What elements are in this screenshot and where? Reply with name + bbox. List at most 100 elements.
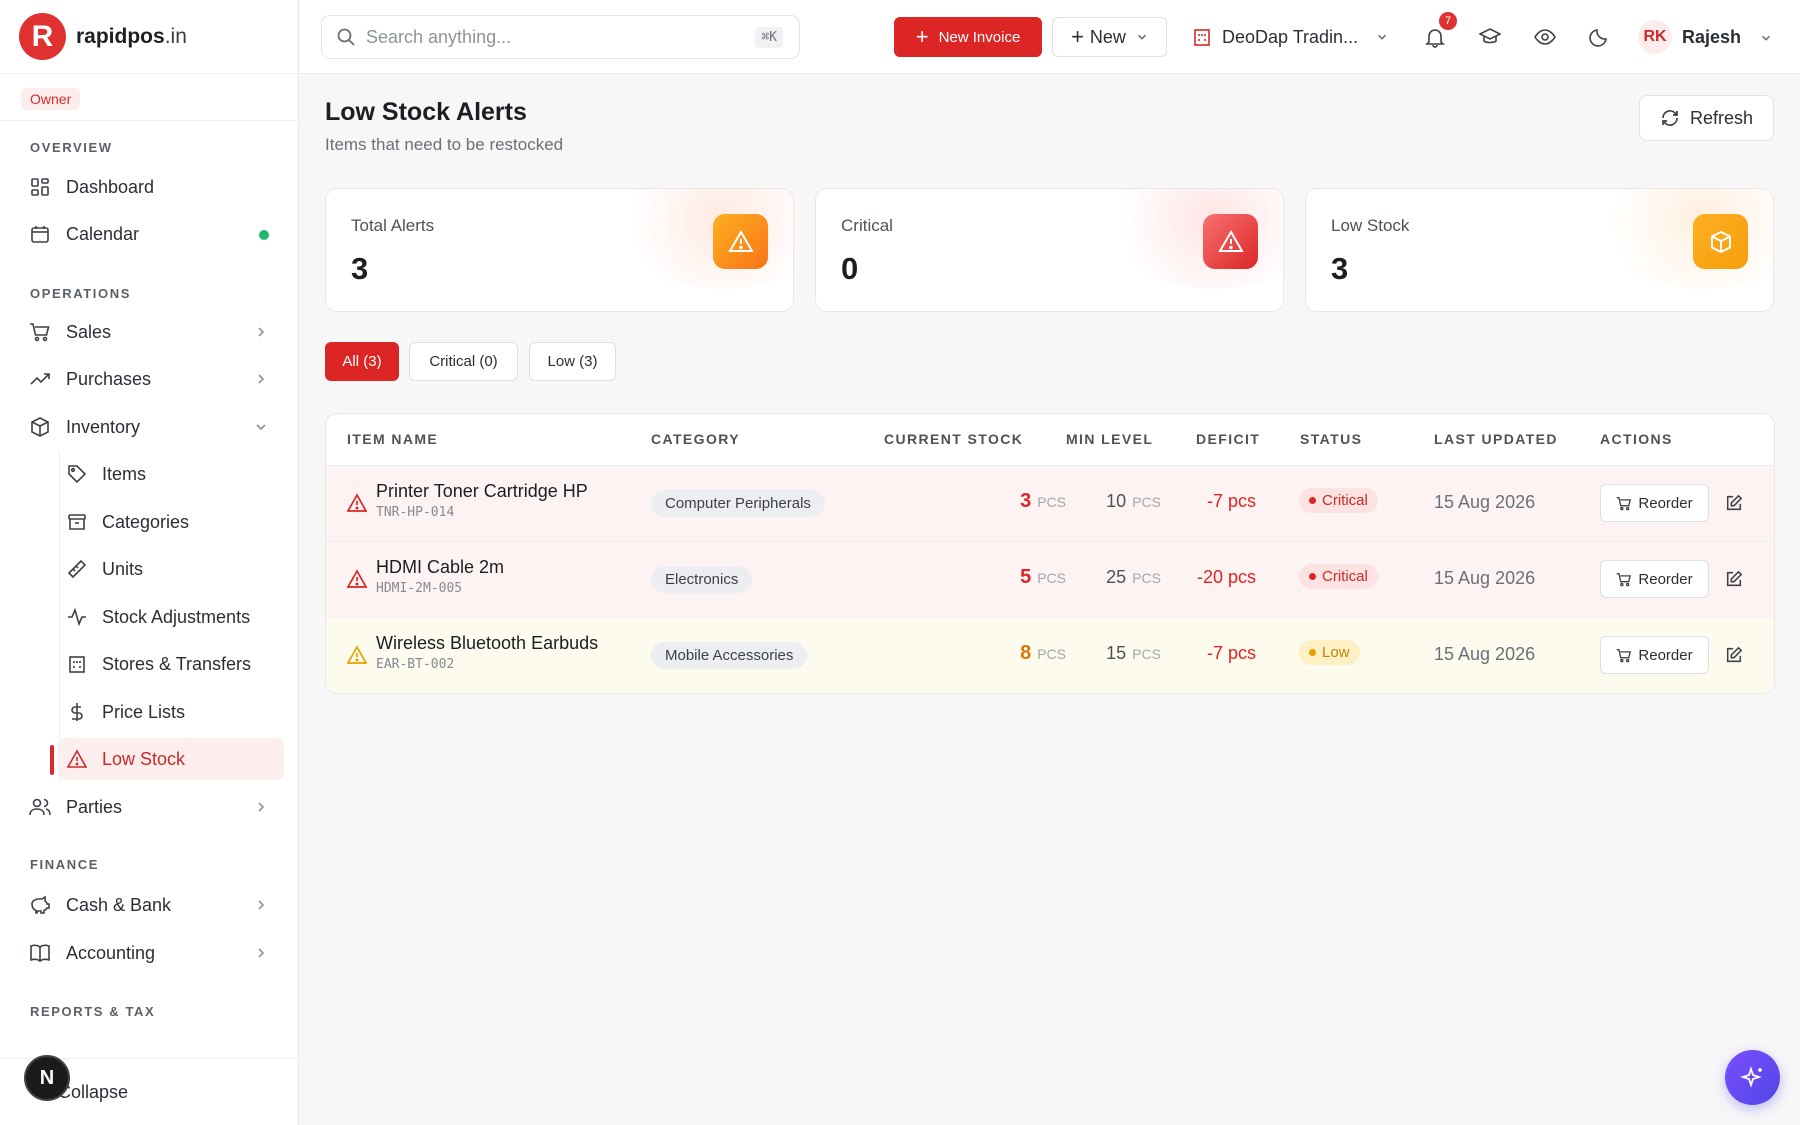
total-alerts-card: Total Alerts 3 [325,188,794,312]
chevron-right-icon [254,944,268,965]
sidebar-item-label: Parties [66,796,123,817]
status-badge: Critical [1299,488,1378,513]
current-stock: 3 PCS [1020,490,1066,512]
sidebar-item-label: Items [102,463,147,484]
sidebar-item-label: Sales [66,321,112,342]
table-row[interactable]: Wireless Bluetooth Earbuds EAR-BT-002 Mo… [326,617,1774,693]
sidebar-item-label: Cash & Bank [66,894,172,915]
sidebar-item-label: Purchases [66,368,152,389]
sidebar-item-label: Categories [102,511,190,532]
trend-icon [28,367,52,391]
sidebar-item-cash-bank[interactable]: Cash & Bank [22,884,284,926]
alert-triangle-icon [713,214,768,269]
column-header: CATEGORY [651,431,740,447]
low-stock-card: Low Stock 3 [1305,188,1774,312]
item-cell: HDMI Cable 2m HDMI-2M-005 [376,557,504,596]
sidebar-item-parties[interactable]: Parties [22,786,284,828]
column-header: LAST UPDATED [1434,431,1558,447]
sidebar-item-inventory[interactable]: Inventory [22,406,284,448]
ai-assistant-button[interactable] [1725,1050,1780,1105]
chevron-right-icon [254,896,268,917]
preview-button[interactable] [1530,22,1560,52]
tab-low[interactable]: Low (3) [529,342,616,381]
card-value: 3 [351,251,369,286]
search-input[interactable] [366,26,726,48]
sidebar-item-accounting[interactable]: Accounting [22,932,284,974]
sidebar-item-units[interactable]: Units [58,548,284,590]
edit-icon[interactable] [1721,566,1747,592]
edit-icon[interactable] [1721,490,1747,516]
status-badge: Critical [1299,564,1378,589]
refresh-icon [1660,108,1680,128]
chevron-down-icon [1760,32,1772,44]
dollar-icon [66,701,88,723]
new-invoice-button[interactable]: + New Invoice [894,17,1042,57]
sidebar-item-stores-transfers[interactable]: Stores & Transfers [58,643,284,685]
box-icon [28,415,52,439]
sidebar-item-label: Inventory [66,416,141,437]
section-title-overview: OVERVIEW [30,140,113,155]
learn-button[interactable] [1475,22,1505,52]
table-row[interactable]: HDMI Cable 2m HDMI-2M-005 Electronics 5P… [326,541,1774,617]
tab-critical[interactable]: Critical (0) [409,342,518,381]
item-sku: EAR-BT-002 [376,657,455,672]
sidebar-item-label: Dashboard [66,176,155,197]
section-title-reports: REPORTS & TAX [30,1004,156,1019]
edit-icon[interactable] [1721,642,1747,668]
company-switcher[interactable]: DeoDap Tradin... [1192,17,1388,57]
dev-tools-badge[interactable]: N [24,1055,70,1101]
search-box[interactable]: ⌘K [321,15,800,59]
company-name: DeoDap Tradin... [1222,26,1359,47]
chevron-right-icon [254,323,268,344]
sidebar-item-purchases[interactable]: Purchases [22,358,284,400]
notification-count-badge: 7 [1439,12,1457,30]
sidebar-item-label: Stores & Transfers [102,653,252,674]
sidebar-item-low-stock[interactable]: Low Stock [58,738,284,780]
archive-icon [66,511,88,533]
sidebar-item-calendar[interactable]: Calendar [22,213,284,255]
sidebar-item-categories[interactable]: Categories [58,501,284,543]
box-icon [1693,214,1748,269]
ruler-icon [66,558,88,580]
card-value: 3 [1331,251,1349,286]
theme-toggle-button[interactable] [1584,22,1614,52]
section-title-operations: OPERATIONS [30,286,131,301]
refresh-label: Refresh [1689,107,1754,128]
reorder-button[interactable]: Reorder [1600,484,1709,522]
cart-icon [1616,648,1632,663]
plus-icon: + [1071,24,1084,49]
sidebar-item-label: Units [102,558,144,579]
sidebar-item-sales[interactable]: Sales [22,311,284,353]
refresh-button[interactable]: Refresh [1639,95,1774,141]
column-header: MIN LEVEL [1066,431,1154,447]
status-badge: Low [1299,640,1360,665]
bell-icon [1424,26,1446,48]
card-value: 0 [841,251,859,286]
column-header: CURRENT STOCK [884,431,1024,447]
alert-triangle-icon [346,493,368,518]
tab-all[interactable]: All (3) [325,342,399,381]
tag-icon [66,463,88,485]
sidebar-item-price-lists[interactable]: Price Lists [58,691,284,733]
brand[interactable]: R rapidpos.in [0,0,298,74]
table-row[interactable]: Printer Toner Cartridge HP TNR-HP-014 Co… [326,465,1774,541]
column-header: DEFICIT [1196,431,1261,447]
item-sku: TNR-HP-014 [376,505,455,520]
column-header: ACTIONS [1600,431,1673,447]
sidebar-item-label: Low Stock [102,748,186,769]
category-badge: Electronics [651,566,753,593]
new-dropdown-button[interactable]: + New [1052,17,1167,57]
sidebar-item-dashboard[interactable]: Dashboard [22,166,284,208]
chevron-right-icon [254,370,268,391]
cart-icon [28,320,52,344]
item-name: HDMI Cable 2m [376,557,505,577]
reorder-button[interactable]: Reorder [1600,636,1709,674]
chevron-down-icon [1376,31,1388,43]
new-invoice-label: New Invoice [938,28,1021,46]
avatar[interactable]: RK [1638,20,1672,54]
user-menu[interactable]: Rajesh [1682,27,1772,48]
sidebar-item-items[interactable]: Items [58,453,284,495]
reorder-button[interactable]: Reorder [1600,560,1709,598]
last-updated: 15 Aug 2026 [1434,492,1536,512]
sidebar-item-stock-adjustments[interactable]: Stock Adjustments [58,596,284,638]
